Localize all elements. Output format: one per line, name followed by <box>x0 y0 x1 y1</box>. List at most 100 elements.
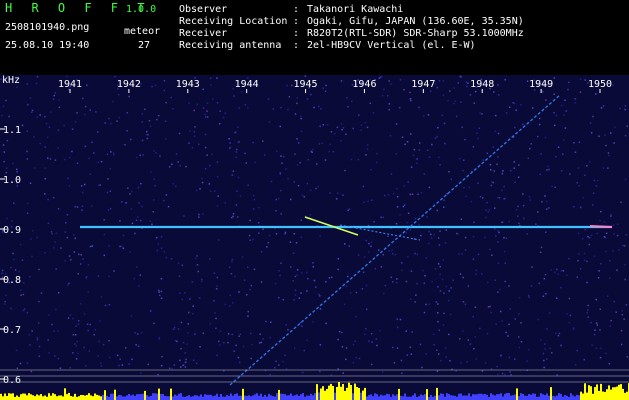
noise-speck <box>219 344 221 346</box>
noise-speck <box>584 228 586 231</box>
power-bar-segment <box>468 393 470 400</box>
noise-speck <box>179 165 181 167</box>
noise-speck <box>141 205 143 208</box>
noise-speck <box>591 344 593 346</box>
noise-speck <box>74 334 77 336</box>
power-bar-segment <box>264 394 266 400</box>
noise-speck <box>539 173 541 176</box>
noise-speck <box>121 245 123 248</box>
noise-speck <box>399 318 402 321</box>
power-bar-segment <box>576 394 578 400</box>
power-bar-segment <box>210 394 212 400</box>
noise-speck <box>274 282 277 285</box>
power-bar-segment <box>248 395 250 400</box>
noise-speck <box>157 373 159 376</box>
noise-speck <box>348 208 351 210</box>
noise-speck <box>65 222 67 224</box>
noise-speck <box>180 347 182 350</box>
noise-speck <box>589 161 591 163</box>
noise-speck <box>36 76 39 78</box>
noise-speck <box>54 92 57 94</box>
noise-speck <box>300 115 302 118</box>
noise-speck <box>167 205 170 208</box>
power-bar-segment <box>84 395 86 400</box>
noise-speck <box>560 345 562 347</box>
noise-speck <box>204 167 207 170</box>
noise-speck <box>480 273 483 275</box>
noise-speck <box>216 102 219 104</box>
power-bar-segment <box>478 393 480 400</box>
noise-speck <box>390 173 393 175</box>
power-bar-segment <box>608 385 610 400</box>
power-bar-segment <box>510 395 512 400</box>
noise-speck <box>275 198 277 201</box>
noise-speck <box>494 227 496 230</box>
power-bar-segment <box>472 394 474 400</box>
power-bar-segment <box>220 394 222 400</box>
noise-speck <box>209 258 211 260</box>
noise-speck <box>492 181 494 184</box>
noise-speck <box>495 323 497 325</box>
noise-speck <box>541 201 543 203</box>
noise-speck <box>475 358 477 360</box>
noise-speck <box>357 254 360 256</box>
noise-speck <box>515 109 517 111</box>
noise-speck <box>623 245 626 247</box>
noise-speck <box>113 270 115 272</box>
noise-speck <box>198 143 200 145</box>
noise-speck <box>341 331 343 334</box>
power-bar-segment <box>188 395 190 400</box>
noise-speck <box>153 178 155 180</box>
noise-speck <box>545 293 547 295</box>
noise-speck <box>109 207 112 210</box>
noise-speck <box>156 118 158 121</box>
power-bar-segment <box>82 395 84 400</box>
noise-speck <box>112 100 114 103</box>
noise-speck <box>136 266 138 268</box>
noise-speck <box>459 338 461 340</box>
noise-speck <box>163 80 166 82</box>
noise-speck <box>168 166 171 168</box>
noise-speck <box>188 102 190 104</box>
noise-speck <box>318 143 321 145</box>
noise-speck <box>560 169 563 172</box>
noise-speck <box>439 290 442 292</box>
noise-speck <box>280 189 282 192</box>
noise-speck <box>172 108 174 110</box>
noise-speck <box>602 167 604 169</box>
noise-speck <box>290 198 292 201</box>
noise-speck <box>280 106 282 109</box>
power-bar-segment <box>424 394 426 400</box>
noise-speck <box>66 284 69 286</box>
noise-speck <box>84 105 87 108</box>
noise-speck <box>99 320 101 322</box>
noise-speck <box>51 323 53 326</box>
noise-speck <box>423 173 426 175</box>
power-bar-segment <box>226 395 228 400</box>
noise-speck <box>172 183 175 185</box>
power-bar-segment <box>42 396 44 400</box>
noise-speck <box>370 245 372 248</box>
noise-speck <box>436 135 438 138</box>
noise-speck <box>336 126 339 129</box>
noise-speck <box>578 185 580 187</box>
noise-speck <box>328 150 330 153</box>
noise-speck <box>545 99 547 101</box>
noise-speck <box>239 333 242 335</box>
noise-speck <box>463 159 465 161</box>
power-bar-segment <box>524 395 526 400</box>
noise-speck <box>26 83 28 85</box>
power-bar-segment <box>292 395 294 400</box>
noise-speck <box>337 258 340 260</box>
noise-speck <box>459 158 461 160</box>
power-bar-segment <box>368 395 370 400</box>
power-bar-segment <box>80 395 82 400</box>
noise-speck <box>557 146 560 148</box>
power-bar-segment <box>68 393 70 400</box>
noise-speck <box>140 219 142 222</box>
noise-speck <box>395 153 397 155</box>
noise-speck <box>81 205 84 207</box>
noise-speck <box>414 252 416 255</box>
noise-speck <box>382 371 384 373</box>
noise-speck <box>409 346 411 348</box>
